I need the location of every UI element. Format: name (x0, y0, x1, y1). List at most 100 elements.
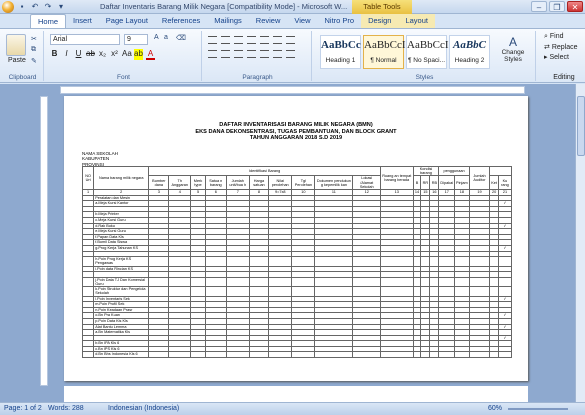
table-cell[interactable] (168, 351, 192, 359)
language-indicator[interactable]: Indonesian (Indonesia) (108, 403, 179, 415)
table-cell[interactable] (468, 286, 491, 297)
table-cell[interactable] (268, 351, 293, 359)
table-cell[interactable] (489, 351, 499, 359)
table-cell[interactable] (190, 286, 206, 297)
superscript-icon[interactable]: x² (110, 49, 119, 60)
change-case-icon[interactable]: Aa (122, 49, 132, 60)
clear-format-icon[interactable]: ⌫ (176, 34, 186, 42)
row-no-cell[interactable] (81, 256, 95, 267)
table-row[interactable]: k.Poin Struktur dan Pengelola Sekolah (81, 286, 513, 297)
zoom-level[interactable]: 60% (488, 403, 502, 415)
table-cell[interactable] (352, 256, 381, 267)
table-cell[interactable] (352, 351, 381, 359)
table-cell[interactable] (225, 256, 250, 267)
style-normal[interactable]: AaBbCcI ¶ Normal (363, 35, 406, 69)
bullets-icon[interactable] (208, 36, 217, 44)
tab-insert[interactable]: Insert (66, 14, 99, 28)
tab-home[interactable]: Home (30, 14, 67, 28)
tab-layout[interactable]: Layout (398, 14, 435, 28)
table-cell[interactable] (420, 256, 431, 267)
table-row[interactable]: j.Poin Data TJ Dan Komersial Guru (81, 276, 513, 288)
font-color-icon[interactable]: A (146, 49, 155, 60)
table-cell[interactable] (412, 276, 422, 288)
table-cell[interactable] (454, 351, 470, 359)
line-spacing-icon[interactable] (260, 50, 269, 58)
table-row[interactable]: h.Poin Prog Kerja KS Pengawas (81, 256, 513, 267)
table-cell[interactable] (379, 276, 414, 288)
table-cell[interactable] (291, 286, 316, 297)
scrollbar-thumb[interactable] (577, 96, 585, 156)
highlight-icon[interactable]: ab (134, 49, 143, 60)
style-heading-1[interactable]: AaBbCc Heading 1 (320, 35, 361, 69)
table-cell[interactable] (291, 256, 316, 267)
table-cell[interactable] (248, 276, 270, 288)
maximize-button[interactable]: ❐ (549, 1, 565, 12)
table-cell[interactable] (204, 286, 227, 297)
row-name-cell[interactable]: k.Poin Struktur dan Pengelola Sekolah (93, 286, 150, 297)
paste-button-label[interactable]: Paste (8, 57, 26, 64)
row-name-cell[interactable]: d.Bn Bhs Indonesia Kls 6 (93, 351, 150, 359)
tab-view[interactable]: View (287, 14, 317, 28)
table-cell[interactable] (420, 351, 431, 359)
table-cell[interactable] (204, 351, 227, 359)
row-check-cell[interactable] (497, 286, 513, 297)
vertical-ruler[interactable] (40, 96, 48, 386)
table-cell[interactable] (352, 276, 381, 288)
word-count[interactable]: Words: 288 (48, 403, 84, 415)
table-cell[interactable] (204, 256, 227, 267)
save-icon[interactable]: ▪ (17, 2, 27, 12)
table-cell[interactable] (190, 351, 206, 359)
table-cell[interactable] (489, 276, 499, 288)
table-cell[interactable] (468, 351, 491, 359)
table-cell[interactable] (454, 256, 470, 267)
table-cell[interactable] (379, 286, 414, 297)
align-center-icon[interactable] (221, 50, 230, 58)
table-cell[interactable] (225, 276, 250, 288)
numbering-icon[interactable] (221, 36, 230, 44)
tab-page-layout[interactable]: Page Layout (99, 14, 155, 28)
undo-icon[interactable]: ↶ (30, 2, 40, 12)
table-cell[interactable] (190, 276, 206, 288)
table-cell[interactable] (168, 276, 192, 288)
show-marks-icon[interactable] (286, 36, 295, 44)
table-cell[interactable] (225, 286, 250, 297)
copy-icon[interactable]: ⧉ (31, 46, 36, 54)
table-cell[interactable] (268, 286, 293, 297)
table-cell[interactable] (412, 286, 422, 297)
document-page[interactable]: DAFTAR INVENTARISASI BARANG MILIK NEGARA… (64, 96, 528, 381)
table-cell[interactable] (314, 276, 354, 288)
font-name-select[interactable]: Arial (50, 34, 120, 45)
row-name-cell[interactable]: j.Poin Data TJ Dan Komersial Guru (93, 276, 150, 288)
subscript-icon[interactable]: x₂ (98, 49, 107, 60)
row-check-cell[interactable] (497, 276, 513, 288)
multilevel-list-icon[interactable] (234, 36, 243, 44)
table-cell[interactable] (412, 256, 422, 267)
table-cell[interactable] (429, 286, 440, 297)
table-cell[interactable] (429, 256, 440, 267)
tab-design[interactable]: Design (361, 14, 399, 28)
increase-indent-icon[interactable] (260, 36, 269, 44)
font-size-select[interactable]: 9 (124, 34, 148, 45)
italic-icon[interactable]: I (62, 49, 71, 60)
borders-icon[interactable] (286, 50, 295, 58)
table-cell[interactable] (268, 256, 293, 267)
tab-references[interactable]: References (155, 14, 207, 28)
table-cell[interactable] (489, 256, 499, 267)
table-cell[interactable] (352, 286, 381, 297)
find-button[interactable]: ⌕ Find (544, 33, 584, 41)
zoom-slider[interactable] (508, 408, 568, 410)
format-painter-icon[interactable]: ✎ (31, 57, 37, 65)
table-cell[interactable] (268, 276, 293, 288)
table-cell[interactable] (489, 286, 499, 297)
table-cell[interactable] (204, 276, 227, 288)
close-button[interactable]: ✕ (567, 1, 583, 12)
tab-review[interactable]: Review (249, 14, 288, 28)
table-cell[interactable] (438, 256, 456, 267)
row-no-cell[interactable] (81, 351, 95, 359)
tab-mailings[interactable]: Mailings (207, 14, 249, 28)
table-cell[interactable] (429, 351, 440, 359)
office-button-icon[interactable] (2, 1, 14, 13)
bold-icon[interactable]: B (50, 49, 59, 60)
table-cell[interactable] (148, 276, 170, 288)
strikethrough-icon[interactable]: ab (86, 49, 95, 60)
